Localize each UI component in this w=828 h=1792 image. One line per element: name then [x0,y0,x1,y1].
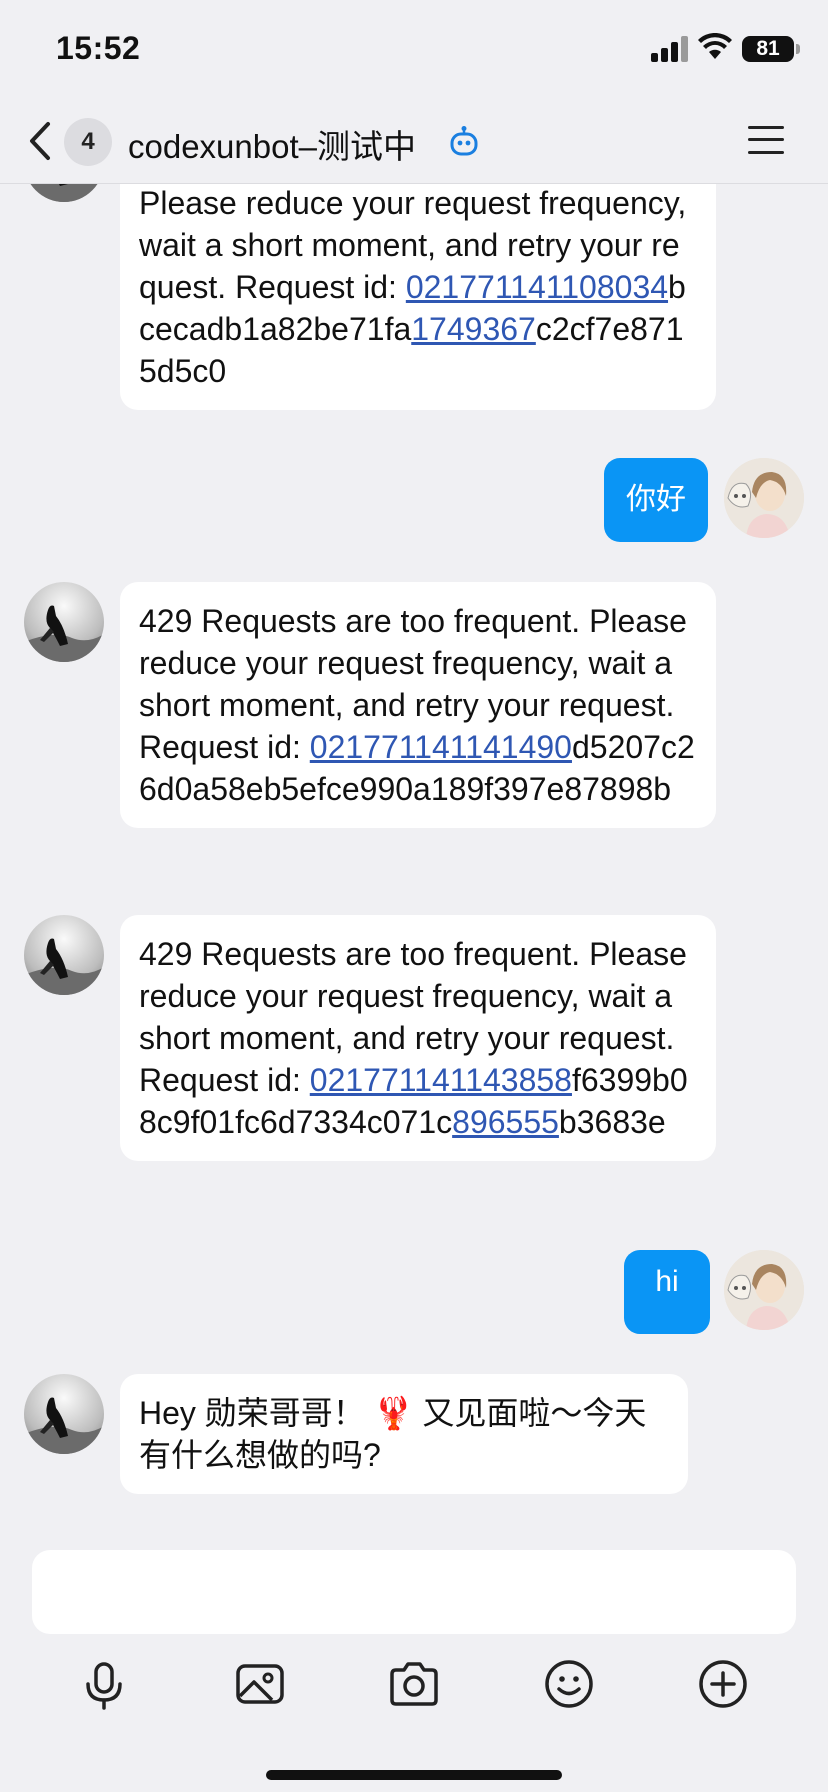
user-avatar[interactable] [724,1250,804,1330]
bot-avatar[interactable] [24,915,104,995]
bot-message-bubble: 429 Requests are too frequent. Please re… [120,915,716,1161]
bot-avatar[interactable] [24,582,104,662]
message-text: Hey 勋荣哥哥！ 🦞 又见面啦～今天有什么想做的吗? [139,1395,647,1473]
bot-message-bubble: Please reduce your request frequency, wa… [120,184,716,410]
request-id-link[interactable]: 021771141108034 [406,269,668,305]
chevron-left-icon[interactable] [26,118,56,164]
image-icon[interactable] [232,1656,288,1712]
request-id-link[interactable]: 021771141141490 [310,729,572,765]
unread-count-badge[interactable]: 4 [64,118,112,166]
bot-message-bubble: Hey 勋荣哥哥！ 🦞 又见面啦～今天有什么想做的吗? [120,1374,688,1494]
plus-icon[interactable] [695,1656,751,1712]
status-bar: 15:52 81 [0,0,828,100]
request-id-link[interactable]: 1749367 [411,311,536,347]
chat-title: codexunbot–测试中 [128,128,416,165]
battery-indicator: 81 [742,36,800,62]
home-indicator [266,1770,562,1780]
camera-icon[interactable] [386,1656,442,1712]
composer [0,1534,828,1792]
wifi-icon [698,33,732,59]
status-time: 15:52 [56,30,141,66]
user-message-bubble: hi [624,1250,710,1334]
user-message-bubble: 你好 [604,458,708,542]
bot-avatar[interactable] [24,1374,104,1454]
message-list[interactable]: Please reduce your request frequency, wa… [0,184,828,1534]
message-text: hi [655,1265,679,1298]
request-id-link[interactable]: 896555 [452,1104,559,1140]
chat-header: 4 codexunbot–测试中 [0,100,828,184]
bot-message-bubble: 429 Requests are too frequent. Please re… [120,582,716,828]
user-avatar[interactable] [724,458,804,538]
microphone-icon[interactable] [76,1656,132,1712]
cellular-signal-icon [651,36,691,62]
message-text: b3683e [558,1104,666,1140]
robot-icon [450,126,478,156]
emoji-icon[interactable] [541,1656,597,1712]
message-text: 你好 [626,483,686,516]
bot-avatar[interactable] [24,184,104,202]
message-input[interactable] [32,1550,796,1634]
request-id-link[interactable]: 021771141143858 [310,1062,572,1098]
hamburger-menu-icon[interactable] [748,124,784,156]
